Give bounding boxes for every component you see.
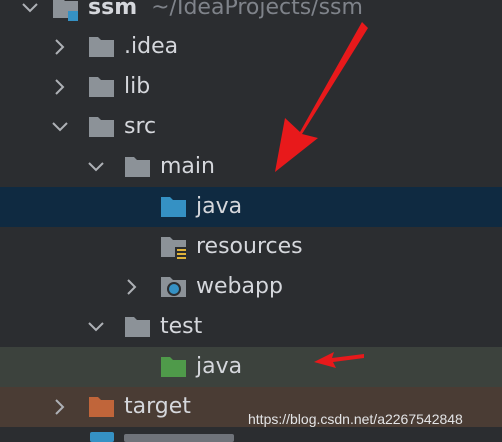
tree-item-label: target bbox=[124, 394, 191, 419]
chevron-down-icon[interactable] bbox=[20, 0, 40, 18]
chevron-right-icon[interactable] bbox=[50, 37, 70, 57]
chevron-right-icon[interactable] bbox=[122, 277, 142, 297]
tree-row-src[interactable]: src bbox=[0, 107, 502, 147]
tree-row-idea[interactable]: .idea bbox=[0, 27, 502, 67]
root-label: ssm ~/IdeaProjects/ssm bbox=[88, 0, 363, 23]
tree-item-label: java bbox=[196, 194, 243, 219]
cutoff-text-fragment bbox=[124, 434, 234, 442]
resources-folder-icon bbox=[160, 233, 188, 261]
chevron-down-icon[interactable] bbox=[86, 317, 106, 337]
web-folder-icon bbox=[160, 273, 188, 301]
file-icon bbox=[90, 432, 114, 442]
folder-icon bbox=[124, 313, 152, 341]
folder-icon bbox=[124, 153, 152, 181]
tree-row-cutoff bbox=[0, 428, 502, 442]
folder-icon bbox=[88, 113, 116, 141]
project-name: ssm bbox=[88, 0, 138, 20]
tree-item-label: main bbox=[160, 154, 215, 179]
tree-row-test[interactable]: test bbox=[0, 307, 502, 347]
module-folder-icon bbox=[52, 0, 80, 22]
project-path: ~/IdeaProjects/ssm bbox=[151, 0, 363, 20]
tree-item-label: test bbox=[160, 314, 203, 339]
tree-row-main-java[interactable]: java bbox=[0, 187, 502, 227]
watermark: https://blog.csdn.net/a2267542848 bbox=[248, 411, 463, 427]
tree-item-label: .idea bbox=[124, 34, 179, 59]
tree-item-label: resources bbox=[196, 234, 303, 259]
tree-item-label: src bbox=[124, 114, 157, 139]
chevron-down-icon[interactable] bbox=[50, 117, 70, 137]
source-folder-icon bbox=[160, 193, 188, 221]
tree-row-root[interactable]: ssm ~/IdeaProjects/ssm bbox=[0, 0, 502, 28]
chevron-right-icon[interactable] bbox=[50, 77, 70, 97]
tree-row-resources[interactable]: resources bbox=[0, 227, 502, 267]
tree-row-test-java[interactable]: java bbox=[0, 347, 502, 387]
tree-item-label: lib bbox=[124, 74, 151, 99]
folder-icon bbox=[88, 73, 116, 101]
tree-row-webapp[interactable]: webapp bbox=[0, 267, 502, 307]
test-folder-icon bbox=[160, 353, 188, 381]
tree-row-lib[interactable]: lib bbox=[0, 67, 502, 107]
chevron-right-icon[interactable] bbox=[50, 397, 70, 417]
tree-row-main[interactable]: main bbox=[0, 147, 502, 187]
excluded-folder-icon bbox=[88, 393, 116, 421]
tree-item-label: webapp bbox=[196, 274, 283, 299]
chevron-down-icon[interactable] bbox=[86, 157, 106, 177]
folder-icon bbox=[88, 33, 116, 61]
tree-item-label: java bbox=[196, 354, 243, 379]
